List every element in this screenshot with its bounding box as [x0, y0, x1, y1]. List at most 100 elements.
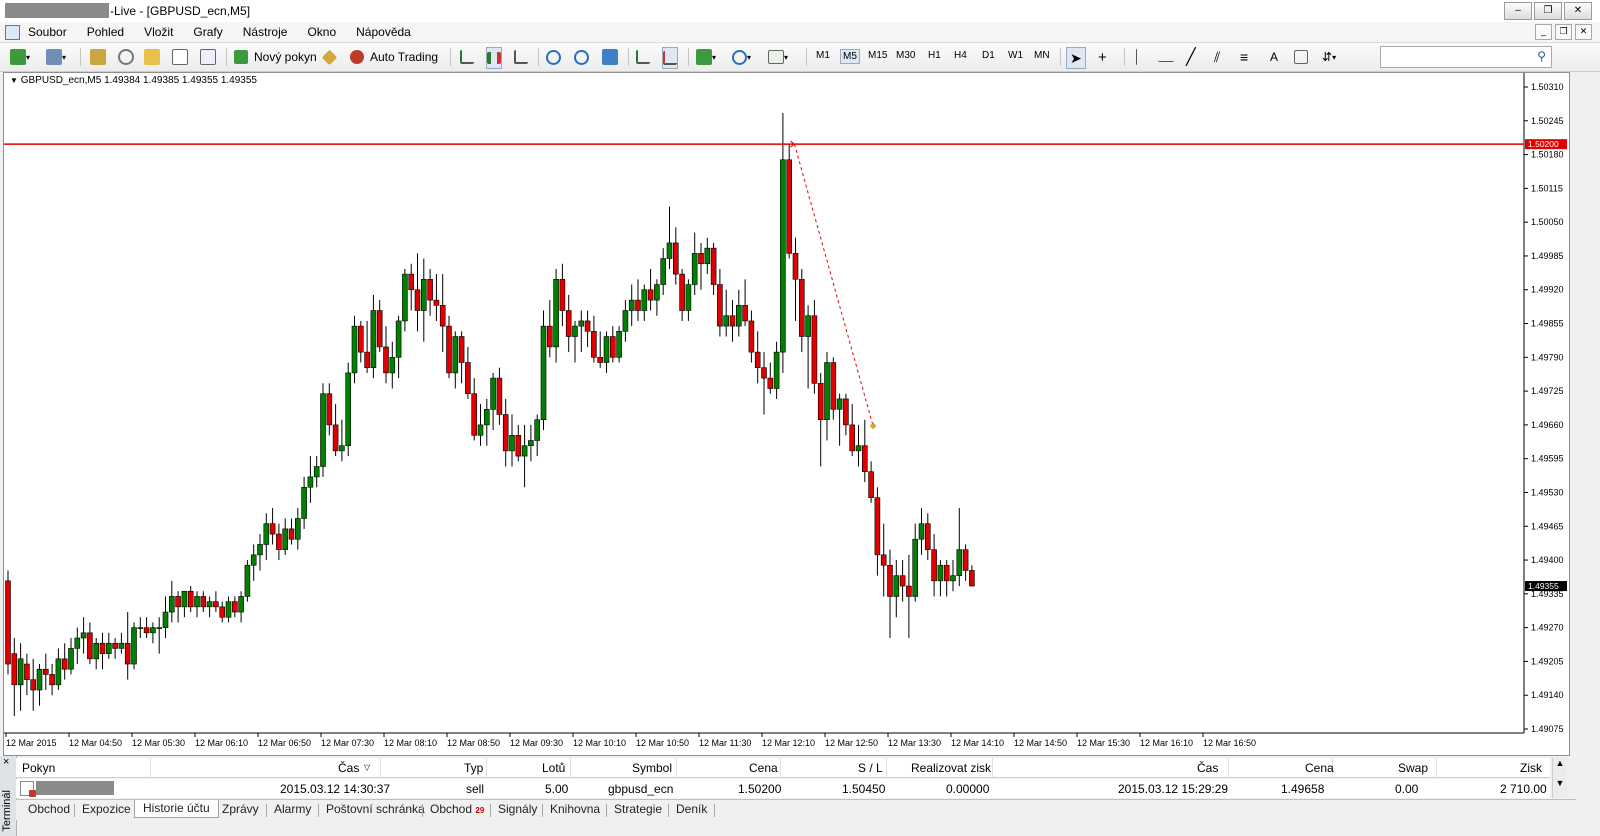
tab-account-history[interactable]: Historie účtu	[134, 800, 219, 818]
price-chart[interactable]: 1.50310 1.50245 1.50180 1.50115 1.50050 1.499…	[4, 73, 1569, 755]
col-price[interactable]: Cena	[749, 761, 778, 775]
chart-window[interactable]: 1.50310 1.50245 1.50180 1.50115 1.50050 1.499…	[3, 72, 1570, 756]
zoom-in-button[interactable]	[546, 47, 561, 67]
mdi-close-button[interactable]: ✕	[1575, 24, 1592, 40]
trendline-button[interactable]: ╱	[1186, 47, 1196, 67]
col-tp[interactable]: Realizovat zisk	[911, 761, 991, 775]
col-type[interactable]: Typ	[464, 761, 483, 775]
minimize-button[interactable]: –	[1504, 2, 1532, 20]
tab-exposure[interactable]: Expozice	[82, 802, 131, 816]
app-chart-icon[interactable]	[5, 25, 20, 40]
col-sl[interactable]: S / L	[858, 761, 883, 775]
col-order[interactable]: Pokyn	[22, 761, 55, 775]
chart-shift-button[interactable]	[662, 47, 678, 69]
tf-d1[interactable]: D1	[980, 49, 997, 62]
tab-journal[interactable]: Deník	[676, 802, 707, 816]
tab-signals[interactable]: Signály	[498, 802, 537, 816]
terminal-scrollbar[interactable]: ▲ ▼	[1552, 758, 1567, 798]
periods-button[interactable]: ▾	[732, 47, 751, 67]
candle-body	[887, 564, 893, 597]
horizontal-line-button[interactable]	[1158, 47, 1174, 67]
crosshair-button[interactable]: +	[1098, 47, 1107, 67]
market-watch-button[interactable]	[90, 47, 106, 67]
indicators-button[interactable]: ▾	[696, 47, 716, 67]
table-row[interactable]: 2015.03.12 14:30:37 sell 5.00 gbpusd_ecn…	[16, 779, 1550, 798]
col-open-time[interactable]: Čas	[338, 761, 359, 775]
menu-tools[interactable]: Nástroje	[243, 25, 288, 39]
title-bar: -Live - [GBPUSD_ecn,M5] – ❐ ✕	[0, 0, 1600, 23]
mdi-minimize-button[interactable]: _	[1535, 24, 1552, 40]
tab-code-base[interactable]: Knihovna	[550, 802, 600, 816]
row-close-price: 1.49658	[1281, 782, 1325, 796]
tab-trade[interactable]: Obchod	[28, 802, 70, 816]
search-input[interactable]: ⚲	[1380, 46, 1552, 68]
tf-h4[interactable]: H4	[952, 49, 969, 62]
fibonacci-button[interactable]: ≡	[1240, 47, 1248, 67]
mdi-restore-button[interactable]: ❐	[1555, 24, 1572, 40]
tf-h1[interactable]: H1	[926, 49, 943, 62]
terminal-close-icon[interactable]: ×	[3, 756, 9, 768]
tf-m15[interactable]: M15	[866, 49, 889, 62]
text-button[interactable]: A	[1270, 47, 1278, 67]
menu-window[interactable]: Okno	[307, 25, 336, 39]
candle-body	[748, 320, 755, 353]
col-symbol[interactable]: Symbol	[632, 761, 672, 775]
candle-body	[420, 279, 427, 311]
metaeditor-button[interactable]	[321, 47, 338, 67]
bar-chart-button[interactable]	[460, 47, 474, 67]
candle-body	[55, 658, 62, 686]
menu-insert[interactable]: Vložit	[144, 25, 173, 39]
col-swap[interactable]: Swap	[1398, 761, 1428, 775]
candle-body	[540, 325, 547, 420]
menu-view[interactable]: Pohled	[87, 25, 124, 39]
col-lots[interactable]: Lotů	[542, 761, 565, 775]
tab-mailbox[interactable]: Poštovní schránka	[326, 802, 425, 816]
new-chart-button[interactable]: ▾	[10, 47, 30, 67]
tf-m5[interactable]: M5	[840, 49, 860, 64]
tab-alerts[interactable]: Alarmy	[274, 802, 311, 816]
tf-w1[interactable]: W1	[1006, 49, 1025, 62]
navigator-button[interactable]	[144, 47, 160, 67]
indicators-icon	[696, 49, 712, 65]
tf-m1[interactable]: M1	[814, 49, 832, 62]
col-profit[interactable]: Zisk	[1520, 761, 1542, 775]
arrows-button[interactable]: ⇵ ▾	[1322, 47, 1336, 67]
data-window-button[interactable]	[118, 47, 134, 67]
cursor-button[interactable]: ➤	[1066, 47, 1086, 69]
candle-body	[357, 325, 364, 353]
candle-body	[118, 642, 125, 649]
tab-news[interactable]: Zprávy	[222, 802, 259, 816]
price-tick-label: 1.50115	[1531, 183, 1563, 193]
restore-button[interactable]: ❐	[1534, 2, 1562, 20]
sort-icon: ▽	[364, 763, 371, 772]
col-close-time[interactable]: Čas	[1197, 761, 1218, 775]
candle-body	[30, 679, 37, 691]
zoom-out-button[interactable]	[574, 47, 589, 67]
tile-windows-button[interactable]	[602, 47, 618, 67]
equidistant-channel-button[interactable]: ⫽	[1214, 47, 1220, 67]
tf-mn[interactable]: MN	[1032, 49, 1052, 62]
menu-file[interactable]: Soubor	[28, 25, 67, 39]
strategy-tester-button[interactable]	[200, 47, 216, 67]
candlestick-button[interactable]	[486, 47, 502, 69]
price-tick-label: 1.49140	[1531, 690, 1564, 700]
candle-body	[427, 279, 433, 301]
text-label-button[interactable]	[1294, 47, 1308, 67]
autoscroll-button[interactable]	[636, 47, 650, 67]
profiles-button[interactable]: ▾	[46, 47, 66, 67]
vertical-line-button[interactable]	[1136, 47, 1138, 67]
templates-button[interactable]: ▾	[768, 47, 788, 67]
terminal-button[interactable]	[172, 47, 188, 67]
line-chart-button[interactable]	[514, 47, 528, 67]
menu-charts[interactable]: Grafy	[193, 25, 222, 39]
new-order-button[interactable]: Nový pokyn	[234, 47, 317, 67]
tab-strategies[interactable]: Strategie	[614, 802, 662, 816]
tf-m30[interactable]: M30	[894, 49, 917, 62]
tab-market[interactable]: Obchod 29	[430, 802, 484, 816]
col-close-price[interactable]: Cena	[1305, 761, 1334, 775]
close-button[interactable]: ✕	[1564, 2, 1592, 20]
auto-trading-button[interactable]: Auto Trading	[350, 47, 438, 67]
candle-body	[301, 486, 307, 519]
time-tick-label: 12 Mar 05:30	[132, 738, 185, 748]
menu-help[interactable]: Nápověda	[356, 25, 411, 39]
